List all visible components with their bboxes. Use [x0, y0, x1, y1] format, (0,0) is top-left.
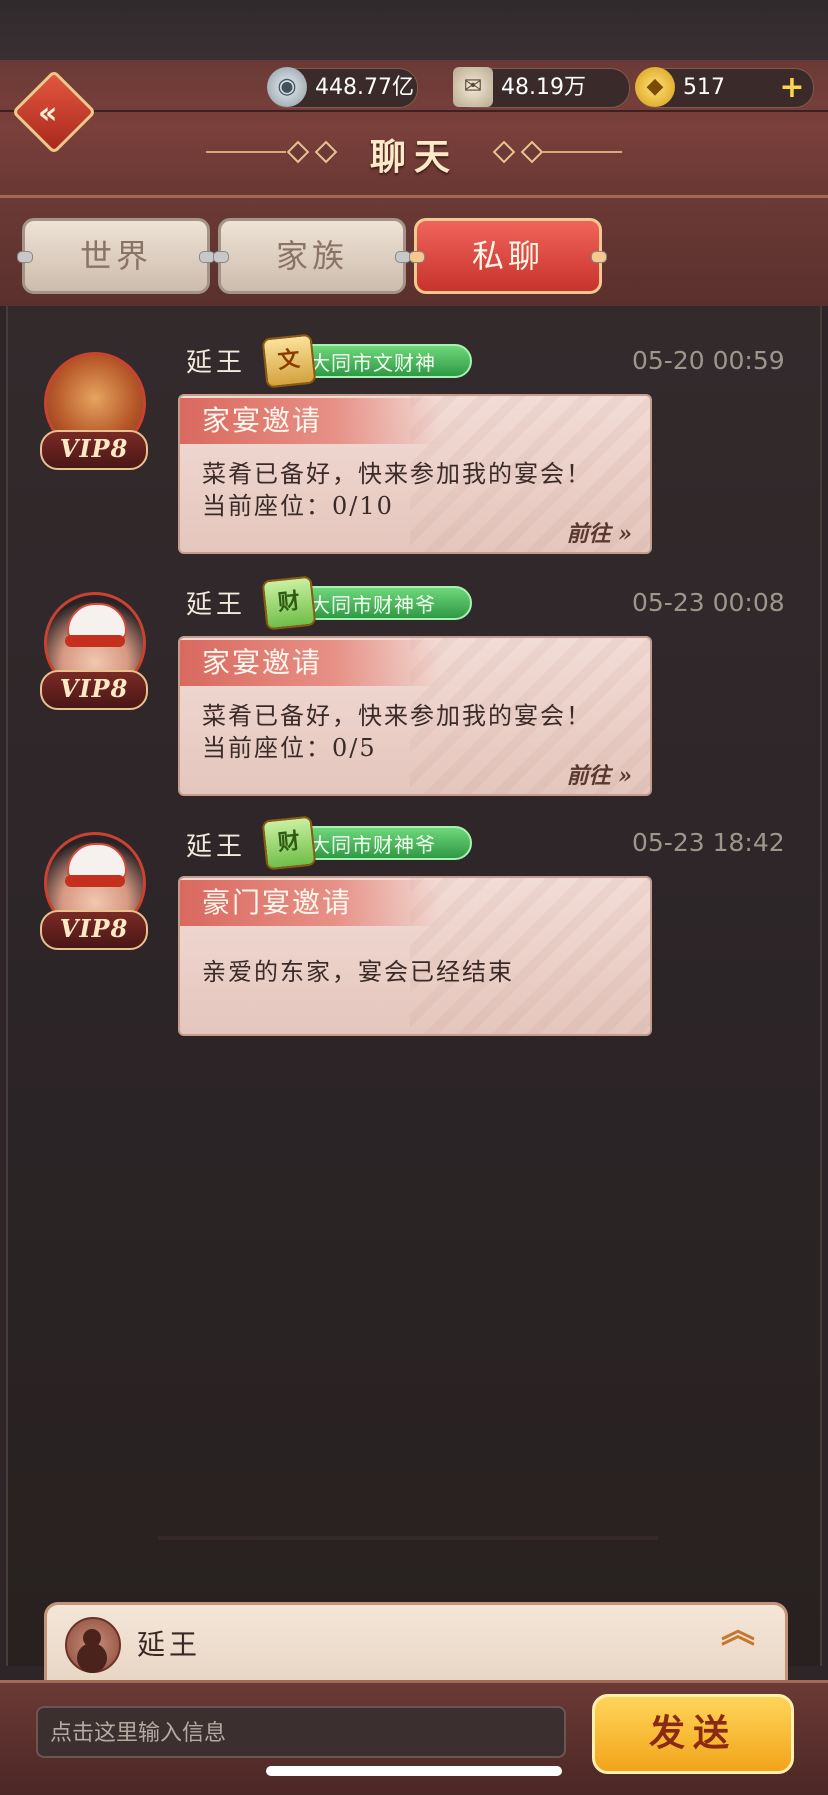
message-time: 05-23 18:42	[632, 828, 785, 857]
tab-pin-icon	[17, 251, 33, 263]
head-band	[65, 875, 125, 887]
card-text: 菜肴已备好，快来参加我的宴会！	[202, 702, 592, 730]
card-title: 家宴邀请	[180, 398, 440, 444]
send-button[interactable]: 发送	[592, 1694, 794, 1774]
card-text: 亲爱的东家，宴会已经结束	[202, 958, 514, 986]
message-time: 05-20 00:59	[632, 346, 785, 375]
card-text: 菜肴已备好，快来参加我的宴会！	[202, 460, 592, 488]
recipient-bar[interactable]: 延王 ︽	[44, 1602, 788, 1683]
recipient-name: 延王	[137, 1628, 202, 1661]
tab-pin-icon	[591, 251, 607, 263]
title-emblem-icon: 财	[261, 575, 317, 631]
title-emblem-icon: 文	[261, 333, 317, 389]
back-arrow-icon: «	[38, 96, 58, 131]
title-badge: 大同市财神爷 财	[260, 575, 474, 631]
invitation-card[interactable]: 家宴邀请 菜肴已备好，快来参加我的宴会！ 当前座位：0/10 前往 »	[178, 394, 652, 554]
tab-pin-icon	[409, 251, 425, 263]
go-link-label: 前往	[566, 763, 611, 789]
silver-coin-icon: ◉	[267, 67, 307, 107]
title-ornament-right	[542, 151, 622, 153]
invitation-card[interactable]: 豪门宴邀请 亲爱的东家，宴会已经结束	[178, 876, 652, 1036]
vip-badge: VIP8	[40, 670, 148, 710]
page-title: 聊天	[369, 136, 458, 178]
tab-family-label: 家族	[275, 237, 348, 275]
card-title: 家宴邀请	[180, 640, 440, 686]
head-band	[65, 635, 125, 647]
card-text: 当前座位：0/5	[202, 734, 377, 762]
tab-world[interactable]: 世界	[17, 218, 215, 294]
vip-badge: VIP8	[40, 910, 148, 950]
card-title: 豪门宴邀请	[180, 880, 440, 926]
double-chevron-right-icon: »	[610, 763, 632, 789]
vip-badge: VIP8	[40, 430, 148, 470]
title-emblem-icon: 财	[261, 815, 317, 871]
avatar[interactable]: VIP8	[36, 592, 148, 710]
tab-pin-icon	[213, 251, 229, 263]
sender-name: 延王	[186, 832, 247, 862]
avatar[interactable]: VIP8	[36, 352, 148, 470]
silver-resource[interactable]: ◉ 448.77亿	[267, 67, 418, 108]
scroll-value: 48.19万	[501, 75, 586, 100]
expand-up-icon[interactable]: ︽	[721, 1614, 755, 1648]
status-bar	[0, 0, 828, 60]
gold-ingot-icon: ◆	[635, 67, 675, 107]
card-text: 当前座位：0/10	[202, 492, 394, 520]
recipient-avatar-icon	[65, 1617, 121, 1673]
tab-world-label: 世界	[79, 237, 152, 275]
gold-value: 517	[683, 75, 725, 100]
sender-name: 延王	[186, 590, 247, 620]
tab-private-label: 私聊	[471, 237, 544, 275]
sender-name: 延王	[186, 348, 247, 378]
title-badge: 大同市文财神 文	[260, 333, 474, 389]
add-gold-icon[interactable]: +	[777, 73, 807, 103]
home-indicator	[266, 1766, 562, 1776]
go-link[interactable]: 前往 »	[567, 758, 632, 790]
double-chevron-right-icon: »	[610, 521, 632, 547]
invitation-card[interactable]: 家宴邀请 菜肴已备好，快来参加我的宴会！ 当前座位：0/5 前往 »	[178, 636, 652, 796]
title-badge: 大同市财神爷 财	[260, 815, 474, 871]
gold-resource[interactable]: ◆ 517 +	[635, 67, 814, 108]
scroll-resource[interactable]: ✉ 48.19万	[453, 67, 630, 108]
avatar[interactable]: VIP8	[36, 832, 148, 950]
tab-family[interactable]: 家族	[213, 218, 411, 294]
go-link-label: 前往	[566, 521, 611, 547]
go-link[interactable]: 前往 »	[567, 516, 632, 548]
silver-value: 448.77亿	[315, 75, 414, 100]
message-input[interactable]: 点击这里输入信息	[36, 1706, 566, 1758]
tab-private[interactable]: 私聊	[409, 218, 607, 294]
message-time: 05-23 00:08	[632, 588, 785, 617]
scroll-icon: ✉	[453, 67, 493, 107]
